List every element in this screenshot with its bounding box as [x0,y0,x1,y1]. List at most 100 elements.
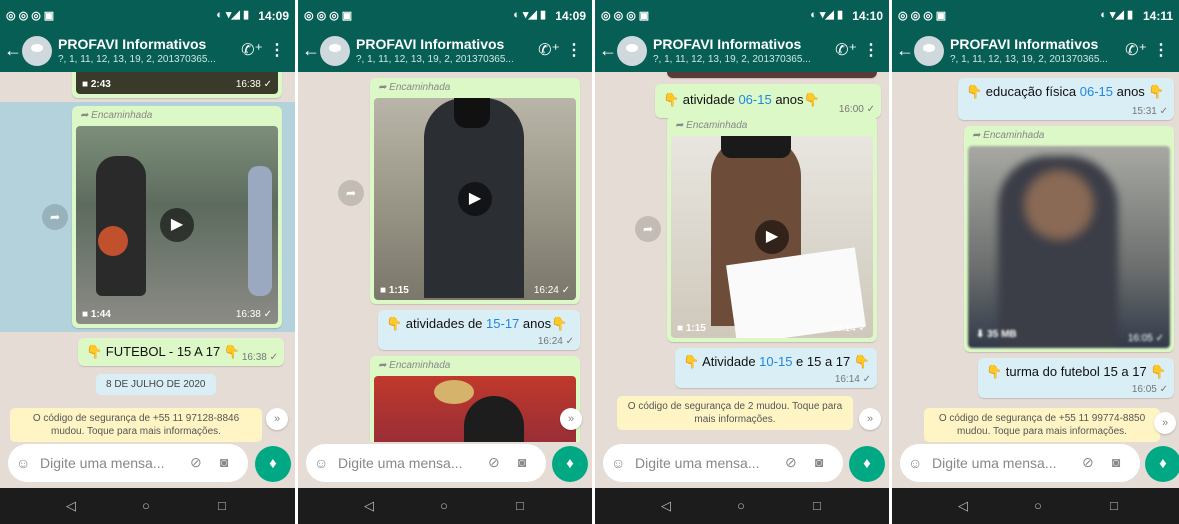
play-icon[interactable]: ▶ [160,208,194,242]
age-range-link[interactable]: 10-15 [759,354,792,369]
camera-icon[interactable]: ◙ [815,454,823,470]
download-icon[interactable]: ⬇ [976,329,984,340]
video-thumbnail[interactable]: ▶ ■ 1:44 16:38 ✓ [76,126,278,324]
emoji-icon[interactable]: ☺ [908,455,922,471]
text-message[interactable]: 👇 atividades de 15-17 anos👇 16:24 ✓ [378,310,580,350]
security-code-notice[interactable]: O código de segurança de +55 11 97128-88… [10,408,262,442]
nav-home-icon[interactable]: ○ [737,498,745,513]
chat-area[interactable]: ■ 2:43 16:38 ✓ ➦ ➦ Encaminhada ▶ ■ 1:44 … [0,72,295,442]
security-code-notice[interactable]: O código de segurança de 2 mudou. Toque … [617,396,853,430]
scroll-down-icon[interactable]: » [560,408,582,430]
video-thumbnail[interactable]: ▶ ■ 1:15 16:14 ✓ [671,136,873,338]
forward-icon[interactable]: ➦ [338,180,364,206]
camera-icon[interactable]: ◙ [220,454,228,470]
nav-home-icon[interactable]: ○ [440,498,448,513]
group-avatar[interactable] [22,36,52,66]
message-input[interactable]: ☺ Digite uma mensa... ⊘ ◙ [8,444,248,482]
group-avatar[interactable] [914,36,944,66]
nav-back-icon[interactable]: ◁ [66,498,76,514]
scroll-down-icon[interactable]: » [266,408,288,430]
attach-icon[interactable]: ⊘ [190,454,202,471]
add-call-icon[interactable]: ✆⁺ [1125,40,1147,60]
video-message[interactable]: ➦ Encaminhada ▶ ■ 1:15 16:24 ✓ [370,78,580,304]
add-call-icon[interactable]: ✆⁺ [241,40,263,60]
video-message[interactable] [667,72,877,78]
back-arrow-icon[interactable]: ← [302,40,320,61]
scroll-down-icon[interactable]: » [859,408,881,430]
video-thumbnail[interactable] [374,376,576,442]
text-part: 👇 Atividade [683,354,760,369]
video-message[interactable]: ➦ Encaminhada ⬇ 35 MB 16:05 ✓ [964,126,1174,352]
chat-area[interactable]: ➦ ➦ Encaminhada ▶ ■ 1:15 16:24 ✓ 👇 ativi… [298,72,592,442]
nav-back-icon[interactable]: ◁ [364,498,374,514]
chat-title[interactable]: PROFAVI Informativos [58,36,206,52]
video-thumbnail[interactable]: ▶ ■ 1:15 16:24 ✓ [374,98,576,300]
attach-icon[interactable]: ⊘ [1082,454,1094,471]
nav-recent-icon[interactable]: □ [1110,498,1118,513]
add-call-icon[interactable]: ✆⁺ [835,40,857,60]
video-message[interactable]: ➦ Encaminhada ▶ ■ 1:15 16:14 ✓ [667,116,877,342]
video-message[interactable]: ■ 2:43 16:38 ✓ [72,72,282,98]
chat-header[interactable]: ← PROFAVI Informativos ?, 1, 11, 12, 13,… [595,30,889,72]
scroll-down-icon[interactable]: » [1154,412,1176,434]
message-input[interactable]: ☺ Digite uma mensa... ⊘ ◙ [306,444,546,482]
attach-icon[interactable]: ⊘ [785,454,797,471]
mic-icon[interactable]: ♦ [552,446,588,482]
chat-title[interactable]: PROFAVI Informativos [653,36,801,52]
nav-home-icon[interactable]: ○ [142,498,150,513]
back-arrow-icon[interactable]: ← [599,40,617,61]
chat-header[interactable]: ← PROFAVI Informativos ?, 1, 11, 12, 13,… [298,30,592,72]
age-range-link[interactable]: 15-17 [486,316,519,331]
attach-icon[interactable]: ⊘ [488,454,500,471]
nav-recent-icon[interactable]: □ [218,498,226,513]
message-input[interactable]: ☺ Digite uma mensa... ⊘ ◙ [900,444,1140,482]
age-range-link[interactable]: 06-15 [738,92,771,107]
play-icon[interactable]: ▶ [755,220,789,254]
emoji-icon[interactable]: ☺ [16,455,30,471]
message-input[interactable]: ☺ Digite uma mensa... ⊘ ◙ [603,444,843,482]
text-message[interactable]: 👇 educação física 06-15 anos 👇 15:31 ✓ [958,78,1174,120]
group-avatar[interactable] [617,36,647,66]
more-vert-icon[interactable]: ⋮ [566,40,582,60]
nav-home-icon[interactable]: ○ [1034,498,1042,513]
more-vert-icon[interactable]: ⋮ [269,40,285,60]
forward-icon[interactable]: ➦ [42,204,68,230]
download-button[interactable]: ⬇ 35 MB [976,329,1017,340]
chat-area[interactable]: 👇 educação física 06-15 anos 👇 15:31 ✓ ➦… [892,72,1179,442]
nav-back-icon[interactable]: ◁ [958,498,968,514]
text-message[interactable]: 👇 turma do futebol 15 a 17 👇 16:05 ✓ [978,358,1174,398]
mic-icon[interactable]: ♦ [849,446,885,482]
emoji-icon[interactable]: ☺ [611,455,625,471]
back-arrow-icon[interactable]: ← [896,40,914,61]
video-message[interactable]: ➦ Encaminhada ▶ ■ 1:44 16:38 ✓ [72,106,282,328]
text-message[interactable]: 👇 atividade 06-15 anos👇 16:00 ✓ [655,84,881,118]
chat-title[interactable]: PROFAVI Informativos [356,36,504,52]
nav-recent-icon[interactable]: □ [516,498,524,513]
security-code-notice[interactable]: O código de segurança de +55 11 99774-88… [924,408,1160,442]
video-thumbnail[interactable]: ■ 2:43 16:38 ✓ [76,72,278,94]
group-avatar[interactable] [320,36,350,66]
video-message[interactable]: ➦ Encaminhada [370,356,580,442]
age-range-link[interactable]: 06-15 [1080,84,1113,99]
nav-recent-icon[interactable]: □ [813,498,821,513]
chat-header[interactable]: ← PROFAVI Informativos ?, 1, 11, 12, 13,… [0,30,295,72]
camera-icon[interactable]: ◙ [1112,454,1120,470]
play-icon[interactable]: ▶ [458,182,492,216]
more-vert-icon[interactable]: ⋮ [1153,40,1169,60]
status-bar: ◎◎◎▣ ◐ ▾◢ ▮ 14:09 [0,0,295,30]
more-vert-icon[interactable]: ⋮ [863,40,879,60]
forward-icon[interactable]: ➦ [635,216,661,242]
chat-header[interactable]: ← PROFAVI Informativos ?, 1, 11, 12, 13,… [892,30,1179,72]
mic-icon[interactable]: ♦ [255,446,291,482]
chat-title[interactable]: PROFAVI Informativos [950,36,1098,52]
chat-area[interactable]: 👇 atividade 06-15 anos👇 16:00 ✓ ➦ ➦ Enca… [595,72,889,442]
text-message[interactable]: 👇 Atividade 10-15 e 15 a 17 👇 16:14 ✓ [675,348,877,388]
text-message[interactable]: 👇 FUTEBOL - 15 A 17 👇 16:38 ✓ [78,338,284,366]
mic-icon[interactable]: ♦ [1145,446,1179,482]
add-call-icon[interactable]: ✆⁺ [538,40,560,60]
camera-icon[interactable]: ◙ [518,454,526,470]
nav-back-icon[interactable]: ◁ [661,498,671,514]
video-thumbnail[interactable]: ⬇ 35 MB 16:05 ✓ [968,146,1170,348]
emoji-icon[interactable]: ☺ [314,455,328,471]
back-arrow-icon[interactable]: ← [4,40,22,61]
